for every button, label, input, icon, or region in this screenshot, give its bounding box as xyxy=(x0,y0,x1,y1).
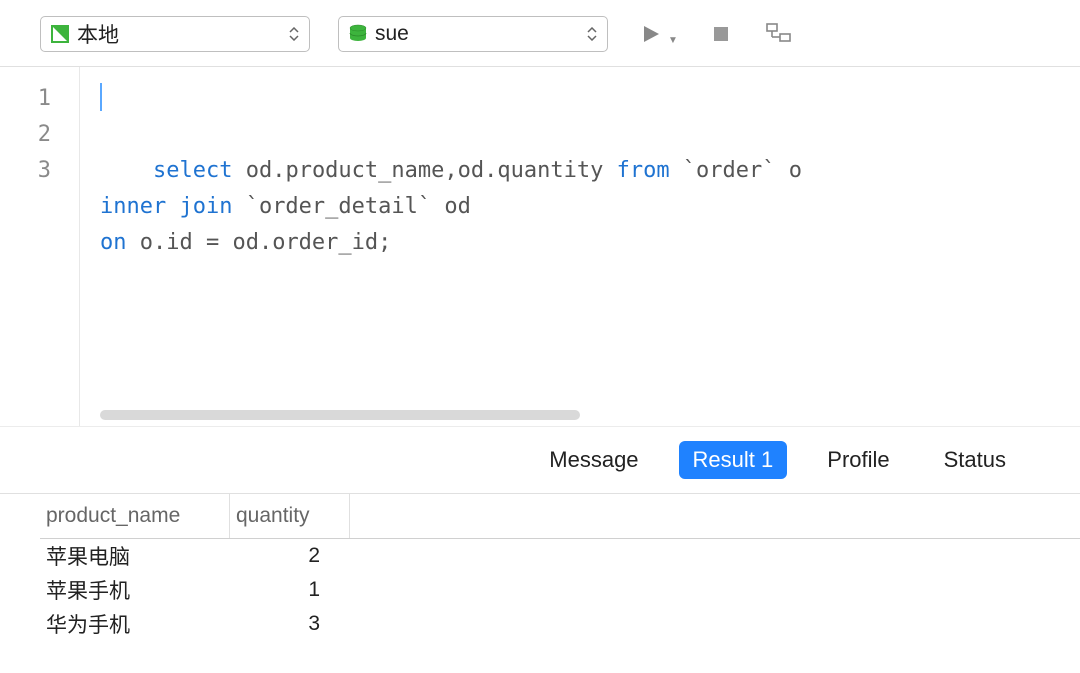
table-header: product_name quantity xyxy=(40,494,1080,539)
play-icon xyxy=(636,20,666,48)
database-label: sue xyxy=(375,22,583,46)
text-cursor xyxy=(100,83,102,111)
code-area[interactable]: select od.product_name,od.quantity from … xyxy=(80,67,1080,426)
database-dropdown[interactable]: sue xyxy=(338,16,608,52)
line-gutter: 1 2 3 xyxy=(0,67,80,426)
cell: 1 xyxy=(230,578,350,602)
table-row[interactable]: 华为手机 3 xyxy=(40,607,1080,641)
cell: 2 xyxy=(230,544,350,568)
tab-result1[interactable]: Result 1 xyxy=(679,441,788,479)
col-quantity[interactable]: quantity xyxy=(230,494,350,538)
connection-dropdown[interactable]: 本地 xyxy=(40,16,310,52)
chevron-updown-icon xyxy=(285,27,303,41)
cell: 苹果电脑 xyxy=(40,541,230,571)
cell: 苹果手机 xyxy=(40,575,230,605)
tab-profile[interactable]: Profile xyxy=(813,441,903,479)
code-text: select od.product_name,od.quantity from … xyxy=(100,158,802,255)
line-number: 2 xyxy=(0,117,51,153)
cell: 3 xyxy=(230,612,350,636)
cell: 华为手机 xyxy=(40,609,230,639)
horizontal-scrollbar[interactable] xyxy=(100,410,580,420)
table-row[interactable]: 苹果手机 1 xyxy=(40,573,1080,607)
dropdown-caret-icon: ▼ xyxy=(668,35,678,46)
chevron-updown-icon xyxy=(583,27,601,41)
run-button[interactable]: ▼ xyxy=(636,20,678,48)
col-product_name[interactable]: product_name xyxy=(40,494,230,538)
toolbar: 本地 sue ▼ xyxy=(0,0,1080,67)
database-icon xyxy=(347,23,369,45)
line-number: 3 xyxy=(0,153,51,189)
stop-button[interactable] xyxy=(706,20,736,48)
tab-message[interactable]: Message xyxy=(535,441,652,479)
sql-editor[interactable]: 1 2 3 select od.product_name,od.quantity… xyxy=(0,67,1080,427)
connection-label: 本地 xyxy=(77,19,285,49)
tab-status[interactable]: Status xyxy=(930,441,1020,479)
connection-icon xyxy=(49,23,71,45)
table-row[interactable]: 苹果电脑 2 xyxy=(40,539,1080,573)
explain-button[interactable] xyxy=(764,20,794,48)
result-grid: product_name quantity 苹果电脑 2 苹果手机 1 华为手机… xyxy=(0,494,1080,641)
result-tabs: Message Result 1 Profile Status xyxy=(0,427,1080,494)
line-number: 1 xyxy=(0,81,51,117)
